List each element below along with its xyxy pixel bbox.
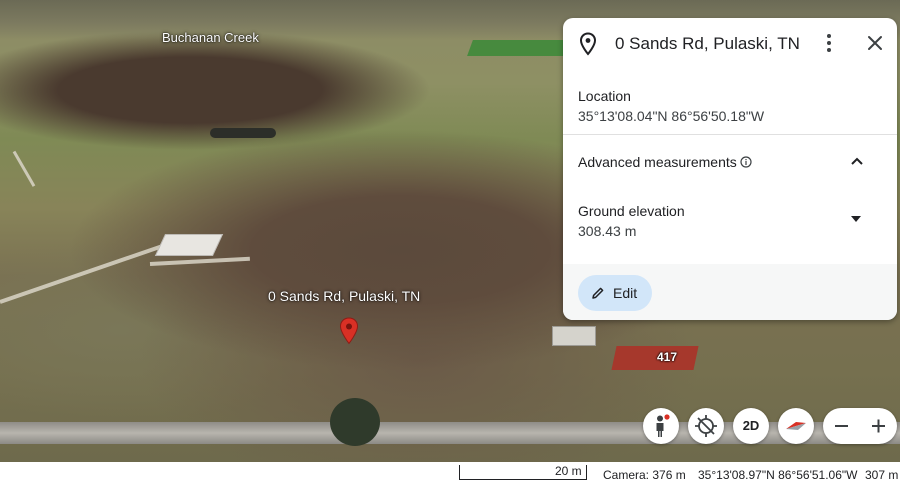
pin-icon bbox=[579, 32, 597, 56]
tree bbox=[330, 398, 380, 446]
zoom-in-button[interactable] bbox=[860, 408, 897, 444]
recenter-icon bbox=[695, 415, 717, 437]
more-vert-icon[interactable] bbox=[825, 32, 833, 54]
creek-label: Buchanan Creek bbox=[162, 30, 259, 45]
divider bbox=[563, 134, 897, 135]
edit-label: Edit bbox=[613, 285, 638, 301]
compass-icon bbox=[786, 422, 806, 430]
edit-pencil-icon bbox=[592, 287, 604, 299]
cursor-coordinates: 35°13'08.97"N 86°56'51.06"W bbox=[698, 468, 858, 482]
zoom-controls bbox=[823, 408, 897, 444]
info-icon[interactable] bbox=[740, 156, 752, 168]
panel-title: 0 Sands Rd, Pulaski, TN bbox=[615, 34, 800, 53]
zoom-out-icon bbox=[835, 425, 848, 427]
toggle-2d-label: 2D bbox=[742, 418, 760, 433]
camera-altitude: Camera: 376 m bbox=[603, 468, 686, 482]
panel-header: 0 Sands Rd, Pulaski, TN bbox=[563, 18, 897, 72]
house-roof bbox=[611, 346, 699, 370]
zoom-in-icon bbox=[872, 419, 885, 433]
scale-label: 20 m bbox=[555, 464, 582, 478]
chevron-up-icon[interactable] bbox=[850, 156, 864, 166]
close-icon[interactable] bbox=[865, 33, 885, 53]
shed-roof bbox=[552, 326, 596, 346]
location-label: Location bbox=[578, 88, 631, 104]
pegman-icon bbox=[656, 414, 670, 437]
ground-elevation-value: 308.43 m bbox=[578, 223, 637, 239]
house-number-label: 417 bbox=[657, 350, 678, 364]
road bbox=[12, 150, 36, 187]
street-view-pegman-button[interactable] bbox=[643, 408, 679, 444]
dropdown-arrow-icon[interactable] bbox=[851, 216, 861, 222]
recenter-button[interactable] bbox=[688, 408, 724, 444]
location-value: 35°13'08.04"N 86°56'50.18"W bbox=[578, 108, 765, 124]
toggle-2d-button[interactable]: 2D bbox=[733, 408, 769, 444]
compass-button[interactable] bbox=[778, 408, 814, 444]
edit-button[interactable]: Edit bbox=[578, 275, 652, 311]
pond bbox=[210, 128, 276, 138]
place-info-panel: 0 Sands Rd, Pulaski, TN Location 35°13'0… bbox=[563, 18, 897, 320]
location-pin-icon[interactable] bbox=[339, 317, 359, 345]
barn-roof bbox=[154, 234, 224, 256]
ground-elevation-label: Ground elevation bbox=[578, 203, 685, 219]
road bbox=[149, 256, 250, 266]
zoom-out-button[interactable] bbox=[823, 408, 860, 444]
cursor-elevation: 307 m bbox=[865, 468, 899, 482]
road bbox=[0, 238, 181, 304]
green-field bbox=[467, 40, 573, 56]
place-label: 0 Sands Rd, Pulaski, TN bbox=[268, 288, 421, 304]
advanced-measurements-label[interactable]: Advanced measurements bbox=[578, 154, 737, 170]
